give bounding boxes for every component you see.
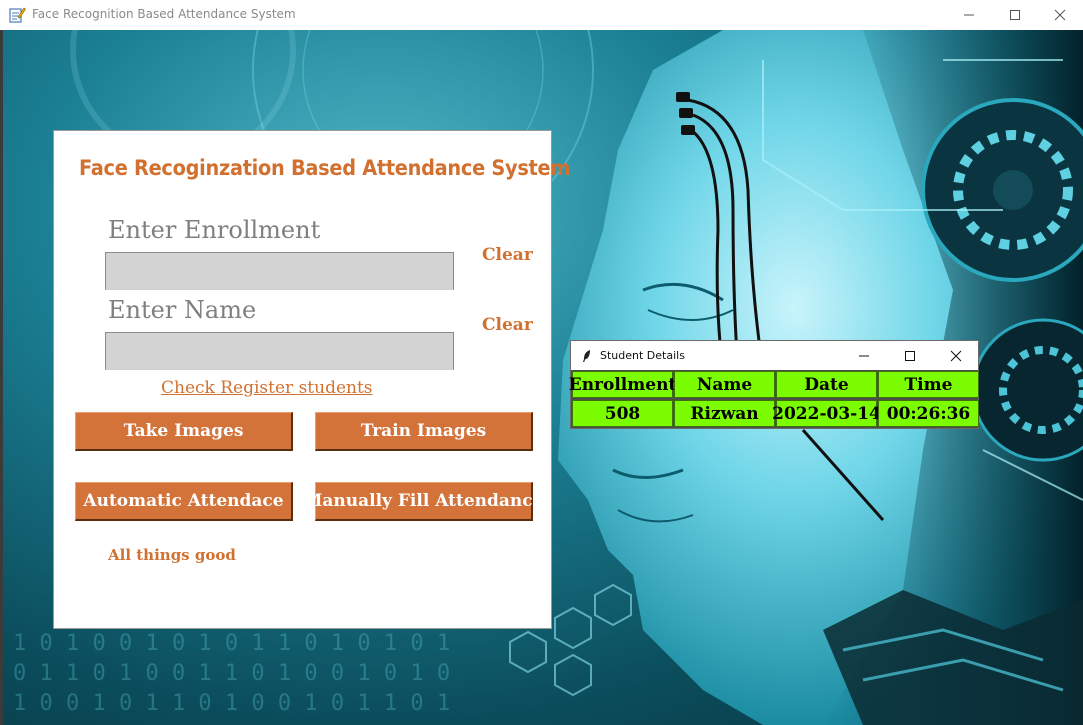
cell-time: 00:26:36 xyxy=(878,400,979,427)
minimize-icon xyxy=(964,14,974,16)
close-icon xyxy=(1054,9,1066,21)
header-date: Date xyxy=(776,371,877,398)
window-title: Face Recognition Based Attendance System xyxy=(32,7,296,21)
sd-minimize-button[interactable] xyxy=(841,341,887,370)
header-enrollment: Enrollment xyxy=(569,371,676,398)
cell-date: 2022-03-14 xyxy=(772,400,881,427)
header-time: Time xyxy=(878,371,979,398)
minimize-button[interactable] xyxy=(946,0,992,30)
enrollment-label: Enter Enrollment xyxy=(108,216,321,244)
student-details-window: Student Details Enrollment Name Date Tim… xyxy=(569,340,979,429)
feather-icon xyxy=(581,348,593,367)
check-register-link[interactable]: Check Register students xyxy=(161,378,373,398)
student-details-titlebar: Student Details xyxy=(571,341,978,370)
maximize-icon xyxy=(905,350,915,361)
student-details-title: Student Details xyxy=(600,349,685,362)
cell-name: Rizwan xyxy=(674,400,775,427)
enrollment-input[interactable] xyxy=(106,253,453,289)
maximize-button[interactable] xyxy=(992,0,1038,30)
name-input[interactable] xyxy=(106,333,453,369)
name-field[interactable] xyxy=(105,332,454,370)
status-message: All things good xyxy=(108,546,236,564)
enrollment-field[interactable] xyxy=(105,252,454,290)
svg-text:1 0 0 1 0 1 1 0 1 0 0 1 0 1 1: 1 0 0 1 0 1 1 0 1 0 0 1 0 1 1 0 1 xyxy=(13,691,450,716)
sd-close-button[interactable] xyxy=(933,341,979,370)
name-label: Enter Name xyxy=(108,296,257,324)
close-icon xyxy=(950,350,962,361)
automatic-attendance-button[interactable]: Automatic Attendace xyxy=(75,482,293,521)
window-titlebar: Face Recognition Based Attendance System xyxy=(0,0,1083,31)
cell-enrollment: 508 xyxy=(572,400,673,427)
maximize-icon xyxy=(1010,10,1020,20)
clear-enrollment-button[interactable]: Clear xyxy=(482,245,533,265)
svg-text:0 1 1 0 1 0 0 1 1 0 1 0 0 1 0: 0 1 1 0 1 0 0 1 1 0 1 0 0 1 0 1 0 xyxy=(13,661,450,686)
close-button[interactable] xyxy=(1037,0,1083,30)
attendance-panel: Face Recoginzation Based Attendance Syst… xyxy=(53,130,570,629)
minimize-icon xyxy=(859,355,869,356)
header-name: Name xyxy=(674,371,775,398)
sd-maximize-button[interactable] xyxy=(887,341,933,370)
svg-text:1 0 1 0 0 1 0 1 0 1 1 0 1 0 1: 1 0 1 0 0 1 0 1 0 1 1 0 1 0 1 0 1 xyxy=(13,631,450,656)
take-images-button[interactable]: Take Images xyxy=(75,412,293,451)
train-images-button[interactable]: Train Images xyxy=(315,412,533,451)
student-details-table: Enrollment Name Date Time 508 Rizwan 202… xyxy=(569,370,979,428)
notepad-pencil-icon xyxy=(9,6,26,23)
clear-name-button[interactable]: Clear xyxy=(482,315,533,335)
manual-attendance-button[interactable]: Manually Fill Attendance xyxy=(304,482,543,521)
panel-heading: Face Recoginzation Based Attendance Syst… xyxy=(79,156,571,180)
